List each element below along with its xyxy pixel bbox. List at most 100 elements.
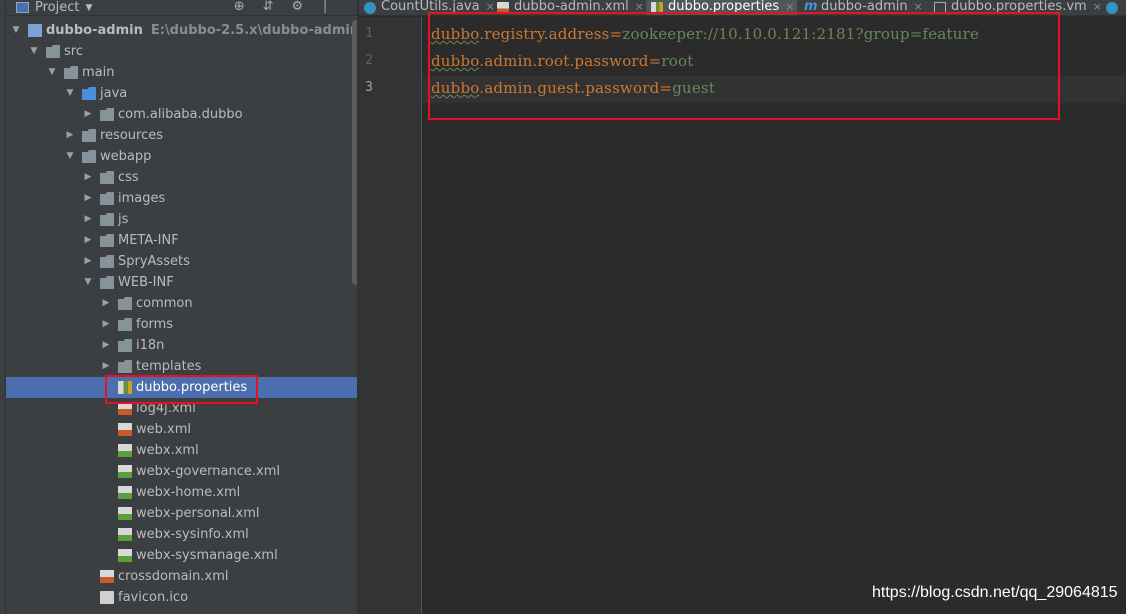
chevron-down-icon[interactable]: ▼ (10, 20, 22, 41)
chevron-down-icon[interactable]: ▼ (28, 41, 40, 62)
tree-item-label: resources (100, 125, 163, 146)
tree-item-name: WEB-INF (118, 275, 174, 290)
tree-item-label: webx-personal.xml (136, 503, 260, 524)
tree-item-label: main (82, 62, 114, 83)
tree-item-label: images (118, 188, 165, 209)
tree-item-label: dubbo-admin E:\dubbo-2.5.x\dubbo-admin (46, 20, 357, 41)
module-icon (28, 24, 42, 37)
tree-item-label: webx-sysinfo.xml (136, 524, 249, 545)
tree-item[interactable]: ▶ templates (6, 356, 357, 377)
chevron-right-icon[interactable]: ▶ (100, 314, 112, 335)
collapse-all-icon[interactable]: ⇵ (263, 0, 274, 14)
chevron-down-icon[interactable]: ▼ (46, 62, 58, 83)
chevron-down-icon[interactable]: ▼ (82, 272, 94, 293)
tree-item-name: webapp (100, 149, 152, 164)
tree-item[interactable]: ▶ common (6, 293, 357, 314)
tree-item-label: webx.xml (136, 440, 199, 461)
folder-icon (100, 213, 114, 226)
image-file-icon (100, 591, 114, 604)
tree-item[interactable]: ▶ js (6, 209, 357, 230)
tree-item[interactable]: webx-personal.xml (6, 503, 357, 524)
tree-item[interactable]: ▶ resources (6, 125, 357, 146)
folder-icon (118, 360, 132, 373)
highlight-box-selected-file (105, 375, 258, 404)
chevron-down-icon[interactable]: ▼ (64, 146, 76, 167)
tree-item[interactable]: ▶ SpryAssets (6, 251, 357, 272)
chevron-right-icon[interactable]: ▶ (64, 125, 76, 146)
tree-item-label: com.alibaba.dubbo (118, 104, 243, 125)
tree-item-label: webx-home.xml (136, 482, 240, 503)
tree-item-name: forms (136, 317, 174, 332)
tree-item-label: favicon.ico (118, 587, 188, 608)
spring-xml-file-icon (118, 486, 132, 499)
tree-item[interactable]: ▶ META-INF (6, 230, 357, 251)
tree-item-name: webx-sysmanage.xml (136, 548, 278, 563)
java-class-icon (364, 2, 376, 14)
tree-item-name: css (118, 170, 139, 185)
tree-item[interactable]: crossdomain.xml (6, 566, 357, 587)
tree-item-name: i18n (136, 338, 165, 353)
tree-item[interactable]: ▼ src (6, 41, 357, 62)
tree-item-name: META-INF (118, 233, 179, 248)
folder-icon (118, 318, 132, 331)
project-panel-tools: ⊕ ⇵ ⚙ │ (234, 0, 329, 14)
tree-item[interactable]: ▼ dubbo-admin E:\dubbo-2.5.x\dubbo-admin (6, 20, 357, 41)
tree-item[interactable]: ▶ css (6, 167, 357, 188)
tree-item[interactable]: ▼ WEB-INF (6, 272, 357, 293)
tree-item[interactable]: webx-sysinfo.xml (6, 524, 357, 545)
chevron-right-icon[interactable]: ▶ (82, 104, 94, 125)
chevron-right-icon[interactable]: ▶ (82, 251, 94, 272)
gear-icon[interactable]: ⚙ (292, 0, 304, 14)
spring-xml-file-icon (118, 507, 132, 520)
tree-item-label: js (118, 209, 128, 230)
tree-item-name: dubbo-admin (46, 23, 143, 38)
chevron-right-icon[interactable]: ▶ (100, 335, 112, 356)
folder-icon (100, 192, 114, 205)
chevron-right-icon[interactable]: ▶ (100, 293, 112, 314)
chevron-right-icon[interactable]: ▶ (82, 167, 94, 188)
project-panel-title: Project (35, 0, 80, 15)
web-xml-file-icon (118, 423, 132, 436)
tree-item[interactable]: ▶ images (6, 188, 357, 209)
chevron-right-icon[interactable]: ▶ (82, 188, 94, 209)
module-path: E:\dubbo-2.5.x\dubbo-admin (150, 23, 357, 38)
tree-item[interactable]: ▼ main (6, 62, 357, 83)
tree-item-name: favicon.ico (118, 590, 189, 605)
tree-item[interactable]: ▼ webapp (6, 146, 357, 167)
editor-tab-overflow[interactable] (1101, 0, 1126, 15)
tree-item-label: crossdomain.xml (118, 566, 229, 587)
tree-item[interactable]: webx-governance.xml (6, 461, 357, 482)
tree-item[interactable]: ▼ java (6, 83, 357, 104)
tree-item-name: webx-home.xml (136, 485, 241, 500)
tree-item[interactable]: ▶ i18n (6, 335, 357, 356)
chevron-right-icon[interactable]: ▶ (82, 230, 94, 251)
tree-item-name: webx.xml (136, 443, 199, 458)
source-folder-icon (82, 87, 96, 100)
folder-icon (46, 45, 60, 58)
line-number: 3 (365, 80, 373, 95)
tree-item[interactable]: favicon.ico (6, 587, 357, 608)
folder-icon (100, 276, 114, 289)
folder-icon (118, 339, 132, 352)
tree-item[interactable]: ▶ com.alibaba.dubbo (6, 104, 357, 125)
folder-icon (100, 255, 114, 268)
chevron-right-icon[interactable]: ▶ (82, 209, 94, 230)
chevron-down-icon[interactable]: ▼ (64, 83, 76, 104)
tree-item-label: common (136, 293, 193, 314)
tree-item[interactable]: web.xml (6, 419, 357, 440)
tree-item-name: resources (100, 128, 164, 143)
locate-file-icon[interactable]: ⊕ (234, 0, 245, 14)
folder-icon (118, 297, 132, 310)
editor-gutter: 1 2 3 (359, 17, 422, 614)
hide-panel-icon[interactable]: │ (321, 0, 329, 14)
tree-item[interactable]: webx.xml (6, 440, 357, 461)
chevron-down-icon[interactable]: ▼ (85, 3, 92, 13)
tree-item[interactable]: ▶ forms (6, 314, 357, 335)
chevron-right-icon[interactable]: ▶ (100, 356, 112, 377)
project-panel-header[interactable]: Project ▼ ⊕ ⇵ ⚙ │ (6, 0, 357, 16)
highlight-box-code (428, 12, 1060, 120)
tree-item-label: src (64, 41, 83, 62)
tree-item[interactable]: webx-home.xml (6, 482, 357, 503)
tree-item[interactable]: webx-sysmanage.xml (6, 545, 357, 566)
watermark: https://blog.csdn.net/qq_29064815 (872, 584, 1118, 601)
